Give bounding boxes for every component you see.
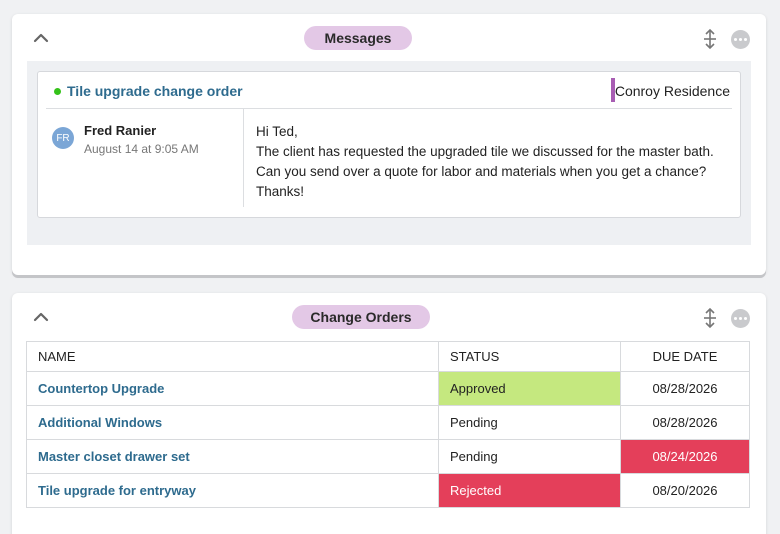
order-name-cell: Countertop Upgrade (26, 371, 439, 406)
message-timestamp: August 14 at 9:05 AM (84, 142, 199, 156)
table-row[interactable]: Master closet drawer set Pending 08/24/2… (26, 439, 750, 474)
change-orders-panel: Change Orders NAME STATUS DUE DATE Count… (12, 293, 766, 534)
move-icon[interactable] (700, 28, 720, 50)
column-header-status[interactable]: STATUS (438, 341, 621, 372)
message-sender: FR Fred Ranier August 14 at 9:05 AM (46, 109, 244, 207)
message-area: Tile upgrade change order Conroy Residen… (27, 61, 751, 245)
message-line: Thanks! (256, 184, 305, 199)
table-row[interactable]: Tile upgrade for entryway Rejected 08/20… (26, 473, 750, 508)
message-line: The client has requested the upgraded ti… (256, 144, 714, 159)
move-icon[interactable] (700, 307, 720, 329)
project-name: Conroy Residence (614, 83, 730, 99)
table-header-row: NAME STATUS DUE DATE (26, 341, 750, 372)
message-line: Hi Ted, (256, 124, 298, 139)
message-line: Can you send over a quote for labor and … (256, 164, 707, 179)
message-header: Tile upgrade change order Conroy Residen… (46, 72, 732, 109)
order-due-date-cell: 08/28/2026 (620, 405, 750, 440)
order-name-cell: Additional Windows (26, 405, 439, 440)
message-card[interactable]: Tile upgrade change order Conroy Residen… (37, 71, 741, 218)
order-name-link[interactable]: Master closet drawer set (38, 449, 190, 464)
order-status-cell: Pending (438, 439, 621, 474)
status-dot-icon (54, 88, 61, 95)
messages-panel: Messages Tile upgrade change order Conro… (12, 14, 766, 275)
order-name-link[interactable]: Countertop Upgrade (38, 381, 164, 396)
chevron-up-icon[interactable] (32, 311, 50, 323)
table-row[interactable]: Countertop Upgrade Approved 08/28/2026 (26, 371, 750, 406)
message-body: Hi Ted, The client has requested the upg… (256, 122, 726, 202)
messages-title: Messages (304, 26, 412, 50)
order-name-link[interactable]: Additional Windows (38, 415, 162, 430)
order-status-cell: Rejected (438, 473, 621, 508)
more-icon[interactable] (731, 309, 750, 328)
order-due-date-cell: 08/28/2026 (620, 371, 750, 406)
change-orders-table: NAME STATUS DUE DATE Countertop Upgrade … (26, 341, 750, 508)
order-status-cell: Pending (438, 405, 621, 440)
order-name-cell: Master closet drawer set (26, 439, 439, 474)
order-due-date-cell: 08/20/2026 (620, 473, 750, 508)
order-status-cell: Approved (438, 371, 621, 406)
avatar: FR (52, 127, 74, 149)
column-header-due-date[interactable]: DUE DATE (620, 341, 750, 372)
chevron-up-icon[interactable] (32, 32, 50, 44)
change-orders-title: Change Orders (292, 305, 430, 329)
order-due-date-cell: 08/24/2026 (620, 439, 750, 474)
sender-name: Fred Ranier (84, 123, 157, 138)
order-name-link[interactable]: Tile upgrade for entryway (38, 483, 196, 498)
table-row[interactable]: Additional Windows Pending 08/28/2026 (26, 405, 750, 440)
message-subject-link[interactable]: Tile upgrade change order (67, 83, 243, 99)
order-name-cell: Tile upgrade for entryway (26, 473, 439, 508)
column-header-name[interactable]: NAME (26, 341, 439, 372)
more-icon[interactable] (731, 30, 750, 49)
